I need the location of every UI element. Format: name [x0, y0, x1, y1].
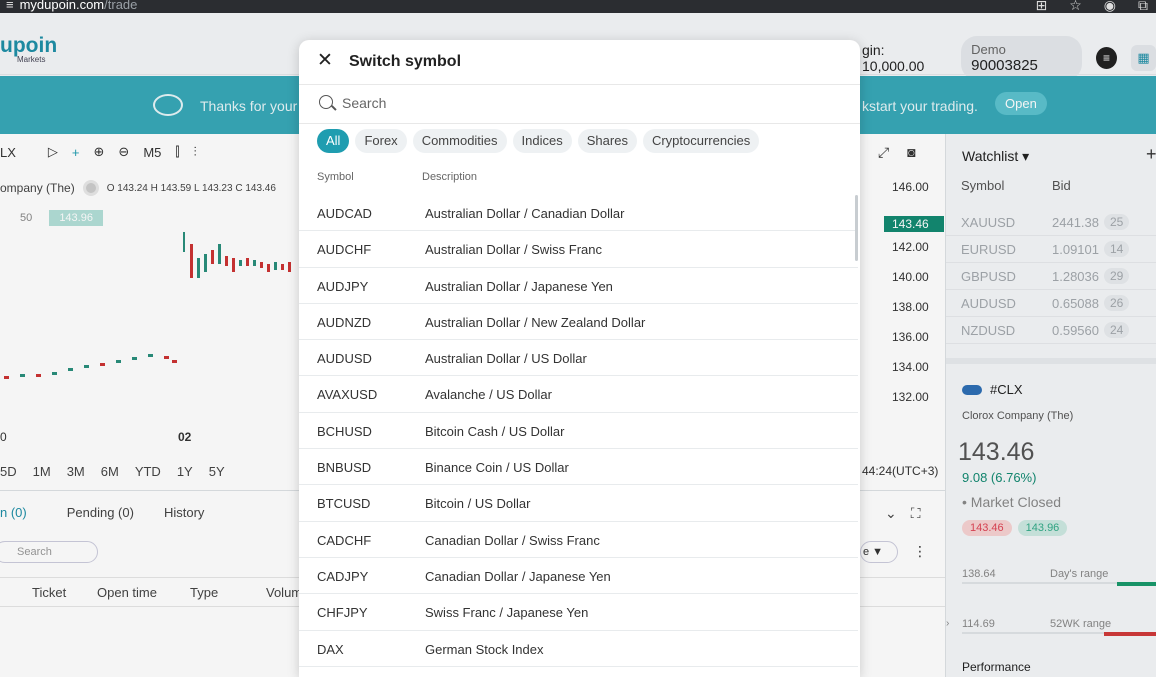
browser-bar: ≡ mydupoin.com/trade ⊞ ☆ ◉ ⧉	[0, 0, 1156, 13]
symbol-code: BTCUSD	[317, 496, 371, 512]
symbol-row[interactable]: BNBUSD Binance Coin / US Dollar	[299, 449, 858, 486]
symbol-description: Australian Dollar / Canadian Dollar	[425, 206, 625, 221]
symbol-description: Canadian Dollar / Japanese Yen	[425, 568, 611, 584]
symbol-description: German Stock Index	[425, 641, 544, 657]
url-host: mydupoin.com	[19, 0, 105, 12]
symbol-row[interactable]: CADCHF Canadian Dollar / Swiss Franc	[299, 522, 858, 558]
filter-cryptocurrencies[interactable]: Cryptocurrencies	[642, 129, 760, 153]
symbol-description: Swiss Franc / Japanese Yen	[425, 605, 589, 621]
extensions-puzzle-icon[interactable]: ⧉	[1138, 0, 1148, 13]
switch-symbol-dialog: ✕ Switch symbol All Forex Commodities In…	[299, 40, 860, 677]
symbol-description: Bitcoin Cash / US Dollar	[425, 423, 565, 439]
filter-forex[interactable]: Forex	[355, 129, 407, 153]
symbol-description: Australian Dollar / New Zealand Dollar	[425, 314, 646, 330]
symbol-description: Australian Dollar / US Dollar	[425, 351, 587, 367]
symbol-search-input[interactable]	[342, 95, 822, 111]
symbol-description: Canadian Dollar / Swiss Franc	[425, 532, 600, 548]
symbol-description: Australian Dollar / Japanese Yen	[425, 278, 613, 294]
symbol-list: AUDCAD Australian Dollar / Canadian Dolla…	[299, 195, 860, 667]
translate-icon[interactable]: ⊞	[1035, 0, 1047, 13]
col-symbol: Symbol	[317, 171, 354, 183]
symbol-row[interactable]: AVAXUSD Avalanche / US Dollar	[299, 376, 858, 413]
symbol-row[interactable]: AUDCHF Australian Dollar / Swiss Franc	[299, 231, 858, 268]
col-description: Description	[422, 171, 478, 183]
filter-commodities[interactable]: Commodities	[412, 129, 507, 153]
bookmark-star-icon[interactable]: ☆	[1069, 0, 1082, 13]
filter-indices[interactable]: Indices	[512, 129, 572, 153]
search-icon	[319, 95, 333, 109]
symbol-code: AUDCHF	[317, 242, 372, 258]
symbol-description: Binance Coin / US Dollar	[425, 460, 569, 476]
symbol-code: AUDNZD	[317, 314, 372, 330]
symbol-description: Australian Dollar / Swiss Franc	[425, 242, 602, 258]
symbol-code: DAX	[317, 641, 344, 657]
symbol-code: CADCHF	[317, 532, 372, 548]
symbol-search	[299, 86, 860, 124]
symbol-list-header: Symbol Description	[299, 166, 860, 188]
symbol-code: AUDUSD	[317, 351, 372, 367]
symbol-row[interactable]: AUDJPY Australian Dollar / Japanese Yen	[299, 268, 858, 304]
symbol-code: AUDCAD	[317, 206, 372, 221]
symbol-row[interactable]: AUDUSD Australian Dollar / US Dollar	[299, 340, 858, 377]
symbol-description: Bitcoin / US Dollar	[425, 496, 531, 512]
symbol-code: CADJPY	[317, 568, 369, 584]
site-info-icon[interactable]: ≡	[6, 0, 14, 12]
symbol-code: BNBUSD	[317, 460, 372, 476]
symbol-row[interactable]: BTCUSD Bitcoin / US Dollar	[299, 485, 858, 522]
category-filters: All Forex Commodities Indices Shares Cry…	[317, 129, 760, 153]
symbol-code: BCHUSD	[317, 423, 372, 439]
symbol-row[interactable]: AUDNZD Australian Dollar / New Zealand Do…	[299, 304, 858, 341]
symbol-row[interactable]: CHFJPY Swiss Franc / Japanese Yen	[299, 594, 858, 631]
symbol-description: Avalanche / US Dollar	[425, 387, 552, 403]
close-icon[interactable]: ✕	[317, 51, 333, 70]
filter-shares[interactable]: Shares	[577, 129, 637, 153]
url-path: /trade	[104, 0, 138, 12]
extension-icon[interactable]: ◉	[1104, 0, 1116, 13]
symbol-code: AUDJPY	[317, 278, 369, 294]
symbol-row[interactable]: CADJPY Canadian Dollar / Japanese Yen	[299, 558, 858, 595]
symbol-list-scrollbar[interactable]	[855, 195, 858, 261]
symbol-code: CHFJPY	[317, 605, 368, 621]
filter-all[interactable]: All	[317, 129, 350, 153]
symbol-row[interactable]: BCHUSD Bitcoin Cash / US Dollar	[299, 413, 858, 450]
symbol-code: AVAXUSD	[317, 387, 378, 403]
symbol-row[interactable]: DAX German Stock Index	[299, 631, 858, 667]
address-bar[interactable]: ≡ mydupoin.com/trade	[6, 0, 137, 12]
dialog-title: Switch symbol	[349, 53, 462, 70]
dialog-header: ✕ Switch symbol	[299, 40, 860, 85]
symbol-row[interactable]: AUDCAD Australian Dollar / Canadian Dolla…	[299, 195, 858, 232]
